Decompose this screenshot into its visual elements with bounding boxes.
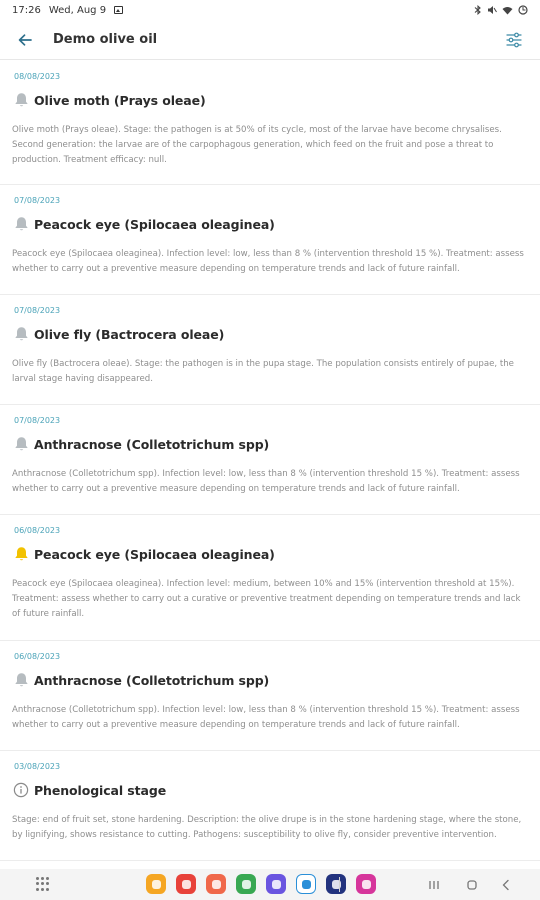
games-app-icon[interactable] — [236, 874, 256, 894]
alert-header: Phenological stage — [12, 775, 530, 805]
alert-header: Anthracnose (Colletotrichum spp) — [12, 429, 530, 459]
bell-icon — [12, 545, 30, 563]
status-time: 17:26 — [12, 4, 41, 16]
alert-description: Peacock eye (Spilocaea oleaginea). Infec… — [12, 249, 524, 274]
alert-item[interactable]: 07/08/2023 Peacock eye (Spilocaea oleagin… — [0, 185, 540, 295]
alert-date: 06/08/2023 — [14, 652, 61, 661]
status-bar: 17:26 Wed, Aug 9 — [0, 0, 540, 20]
flipboard-app-icon[interactable] — [176, 874, 196, 894]
alert-date: 07/08/2023 — [14, 306, 61, 315]
alert-header: Olive moth (Prays oleae) — [12, 85, 530, 115]
app-dock — [146, 874, 376, 894]
alert-date: 03/08/2023 — [14, 762, 61, 771]
app-drawer-icon[interactable] — [36, 877, 50, 891]
alert-date: 07/08/2023 — [14, 416, 61, 425]
alert-date: 06/08/2023 — [14, 526, 61, 535]
app-bar: Demo olive oil — [0, 20, 540, 60]
status-date: Wed, Aug 9 — [48, 4, 107, 16]
arrow-left-icon — [18, 33, 32, 46]
bell-icon — [12, 435, 30, 453]
alert-item[interactable]: 07/08/2023 Anthracnose (Colletotrichum sp… — [0, 405, 540, 515]
bluetooth-icon — [474, 5, 481, 15]
contacts-app-icon[interactable] — [206, 874, 226, 894]
bell-icon — [12, 215, 30, 233]
alert-description: Olive fly (Bactrocera oleae). Stage: the… — [12, 359, 514, 384]
alert-title: Anthracnose (Colletotrichum spp) — [34, 436, 270, 452]
recents-icon — [429, 880, 439, 889]
alert-description: Peacock eye (Spilocaea oleaginea). Infec… — [12, 579, 521, 619]
bell-icon — [12, 325, 30, 343]
back-button[interactable] — [12, 27, 38, 53]
system-navigation-bar — [0, 869, 540, 900]
alert-date: 08/08/2023 — [14, 72, 61, 81]
bell-icon — [12, 671, 30, 689]
alert-item[interactable]: 08/08/2023 Olive moth (Prays oleae) Olive … — [0, 61, 540, 185]
alert-item[interactable]: 03/08/2023 Phenological stage Stage: end o… — [0, 751, 540, 861]
sliders-icon — [506, 32, 522, 47]
files-app-icon[interactable] — [146, 874, 166, 894]
back-nav-button[interactable] — [497, 876, 515, 893]
bell-icon — [12, 91, 30, 109]
alert-title: Olive moth (Prays oleae) — [34, 92, 206, 108]
recent-apps-button[interactable] — [425, 876, 443, 893]
battery-icon — [518, 5, 528, 15]
alert-header: Peacock eye (Spilocaea oleaginea) — [12, 539, 530, 569]
alert-description: Anthracnose (Colletotrichum spp). Infect… — [12, 705, 520, 730]
alerts-list: 08/08/2023 Olive moth (Prays oleae) Olive … — [0, 61, 540, 869]
filter-button[interactable] — [502, 28, 526, 52]
mute-icon — [488, 6, 497, 14]
home-icon — [467, 879, 477, 890]
alert-description: Anthracnose (Colletotrichum spp). Infect… — [12, 469, 520, 494]
blossom-app-icon[interactable] — [356, 874, 376, 894]
alert-date: 07/08/2023 — [14, 196, 61, 205]
alert-header: Olive fly (Bactrocera oleae) — [12, 319, 530, 349]
alert-title: Olive fly (Bactrocera oleae) — [34, 326, 225, 342]
settings-app-icon[interactable] — [326, 874, 346, 894]
page-title: Demo olive oil — [53, 32, 158, 47]
alert-title: Phenological stage — [34, 782, 167, 798]
chevron-left-icon — [502, 879, 509, 890]
notes-app-icon[interactable] — [296, 874, 316, 894]
gallery-notification-icon — [114, 6, 124, 14]
alert-header: Anthracnose (Colletotrichum spp) — [12, 665, 530, 695]
alert-item[interactable]: 06/08/2023 Anthracnose (Colletotrichum sp… — [0, 641, 540, 751]
alert-item[interactable]: 07/08/2023 Olive fly (Bactrocera oleae) Ol… — [0, 295, 540, 405]
alert-item[interactable]: 06/08/2023 Peacock eye (Spilocaea oleagin… — [0, 515, 540, 641]
dock-divider — [339, 877, 340, 892]
info-icon — [12, 781, 30, 799]
home-button[interactable] — [463, 876, 481, 893]
internet-app-icon[interactable] — [266, 874, 286, 894]
alert-title: Peacock eye (Spilocaea oleaginea) — [34, 546, 275, 562]
alert-description: Stage: end of fruit set, stone hardening… — [12, 815, 522, 840]
alert-title: Anthracnose (Colletotrichum spp) — [34, 672, 270, 688]
alert-header: Peacock eye (Spilocaea oleaginea) — [12, 209, 530, 239]
alert-description: Olive moth (Prays oleae). Stage: the pat… — [12, 125, 502, 165]
wifi-icon — [502, 6, 513, 14]
alert-title: Peacock eye (Spilocaea oleaginea) — [34, 216, 275, 232]
